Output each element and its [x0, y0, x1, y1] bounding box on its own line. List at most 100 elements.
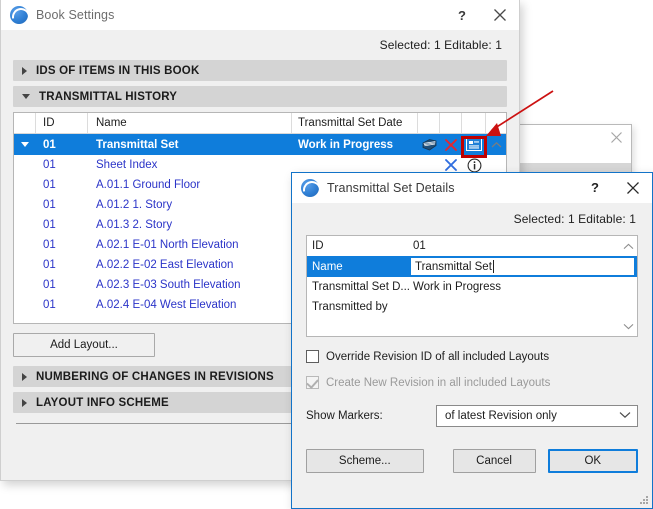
row-id: 01: [43, 199, 56, 211]
row-id: 01: [43, 279, 56, 291]
details-dialog-title: Transmittal Set Details: [327, 180, 455, 195]
details-dialog-help-button[interactable]: ?: [576, 173, 614, 203]
table-header-row: ID Name Transmittal Set Date: [14, 113, 506, 134]
close-icon: [611, 132, 622, 143]
screen-root: Book Settings ? Selected: 1 Editable: 1: [0, 0, 653, 509]
add-layout-button[interactable]: Add Layout...: [13, 333, 155, 357]
row-name: Transmittal Set: [96, 138, 179, 151]
property-key: ID: [312, 240, 324, 252]
chevron-right-icon: [22, 66, 27, 75]
details-dialog-close-button[interactable]: [614, 173, 652, 203]
override-revision-id-label: Override Revision ID of all included Lay…: [326, 350, 550, 363]
section-numbering-of-changes-label: NUMBERING OF CHANGES IN REVISIONS: [36, 370, 274, 383]
properties-list: ID 01 Name Transmittal Set Transmittal S…: [306, 235, 638, 337]
property-value-editor[interactable]: Transmittal Set: [410, 257, 637, 276]
details-dialog-body: Selected: 1 Editable: 1 ID 01 Name Trans…: [292, 203, 652, 473]
archicad-ball-icon: [299, 176, 325, 203]
show-markers-value: of latest Revision only: [445, 410, 557, 422]
create-new-revision-checkbox-row: Create New Revision in all included Layo…: [306, 376, 638, 389]
chevron-right-icon: [22, 372, 27, 381]
chevron-right-icon: [22, 398, 27, 407]
cancel-button[interactable]: Cancel: [452, 449, 536, 473]
property-row-transmittal-set-date[interactable]: Transmittal Set D... Work in Progress: [307, 277, 637, 297]
details-dialog-titlebar: Transmittal Set Details ?: [292, 173, 652, 203]
section-transmittal-history-label: TRANSMITTAL HISTORY: [39, 90, 178, 103]
property-key: Name: [312, 260, 343, 273]
book-selection-info: Selected: 1 Editable: 1: [13, 30, 507, 60]
row-name: Sheet Index: [96, 159, 158, 171]
properties-scrollbar[interactable]: [621, 238, 635, 334]
section-transmittal-history[interactable]: TRANSMITTAL HISTORY: [13, 86, 507, 107]
scroll-up-icon[interactable]: [621, 240, 635, 252]
add-layout-label: Add Layout...: [50, 339, 118, 351]
property-key: Transmittal Set D...: [312, 281, 410, 293]
table-header-name[interactable]: Name: [88, 113, 292, 133]
override-revision-id-checkbox-row[interactable]: Override Revision ID of all included Lay…: [306, 350, 638, 363]
book-settings-window-buttons: ?: [443, 0, 519, 30]
row-id: 01: [43, 259, 56, 271]
row-id: 01: [43, 138, 56, 151]
row-id: 01: [43, 219, 56, 231]
ok-button-label: OK: [584, 455, 602, 467]
table-header-icon-col-1: [418, 113, 440, 133]
details-dialog-buttons: Scheme... Cancel OK: [306, 449, 638, 473]
table-header-id[interactable]: ID: [36, 113, 88, 133]
chevron-down-icon: [619, 410, 631, 422]
create-new-revision-label: Create New Revision in all included Layo…: [326, 376, 551, 389]
section-ids-of-items-label: IDS OF ITEMS IN THIS BOOK: [36, 64, 200, 77]
show-markers-select[interactable]: of latest Revision only: [436, 405, 638, 427]
property-row-transmitted-by[interactable]: Transmitted by: [307, 297, 637, 317]
cancel-button-label: Cancel: [476, 455, 512, 467]
property-row-id[interactable]: ID 01: [307, 236, 637, 256]
book-settings-close-button[interactable]: [481, 0, 519, 30]
text-caret: [492, 260, 494, 273]
table-header-date[interactable]: Transmittal Set Date: [292, 113, 418, 133]
table-header-icon-col-3: [462, 113, 486, 133]
create-new-revision-checkbox: [306, 376, 319, 389]
scroll-down-icon[interactable]: [621, 320, 635, 332]
section-layout-info-scheme-label: LAYOUT INFO SCHEME: [36, 396, 169, 409]
row-expander-toggle[interactable]: [14, 142, 36, 147]
info-circle-icon[interactable]: [462, 158, 486, 173]
row-id: 01: [43, 179, 56, 191]
book-settings-help-button[interactable]: ?: [443, 0, 481, 30]
table-header-expander: [14, 113, 36, 133]
property-key: Transmitted by: [312, 301, 388, 313]
background-window-close-button[interactable]: [610, 131, 623, 149]
book-settings-titlebar: Book Settings ?: [1, 0, 519, 30]
table-row[interactable]: 01 Transmittal Set Work in Progress: [14, 134, 506, 155]
book-settings-title: Book Settings: [36, 8, 115, 22]
chevron-down-icon: [21, 142, 29, 147]
details-dialog-window-buttons: ?: [576, 173, 652, 203]
name-field-value: Transmittal Set: [415, 260, 492, 273]
help-icon: ?: [458, 7, 466, 23]
row-id: 01: [43, 299, 56, 311]
transmittal-set-details-dialog: Transmittal Set Details ? Selected: 1 Ed…: [291, 172, 653, 509]
close-x-icon[interactable]: [440, 138, 462, 152]
help-icon: ?: [591, 180, 599, 195]
row-id: 01: [43, 239, 56, 251]
archicad-ball-icon: [8, 4, 34, 30]
close-icon: [494, 9, 506, 21]
section-ids-of-items[interactable]: IDS OF ITEMS IN THIS BOOK: [13, 60, 507, 81]
details-selection-info-text: Selected: 1 Editable: 1: [513, 212, 636, 226]
show-markers-label: Show Markers:: [306, 410, 383, 422]
override-revision-id-checkbox[interactable]: [306, 350, 319, 363]
row-date: Work in Progress: [298, 138, 394, 151]
layers-icon[interactable]: [418, 138, 440, 151]
details-panel-icon[interactable]: [462, 138, 486, 151]
book-selection-info-text: Selected: 1 Editable: 1: [379, 38, 502, 52]
details-selection-info: Selected: 1 Editable: 1: [306, 203, 638, 235]
property-value: Work in Progress: [413, 281, 501, 293]
property-value: 01: [413, 240, 426, 252]
name-field[interactable]: Transmittal Set: [410, 257, 635, 276]
show-markers-row: Show Markers: of latest Revision only: [306, 405, 638, 427]
close-icon: [627, 181, 639, 194]
chevron-up-icon[interactable]: [486, 141, 506, 149]
property-row-name[interactable]: Name Transmittal Set: [307, 256, 637, 277]
scheme-button[interactable]: Scheme...: [306, 449, 424, 473]
ok-button[interactable]: OK: [547, 449, 638, 473]
table-header-icon-col-2: [440, 113, 462, 133]
close-x-icon[interactable]: [440, 158, 462, 172]
resize-grip[interactable]: [640, 496, 649, 505]
